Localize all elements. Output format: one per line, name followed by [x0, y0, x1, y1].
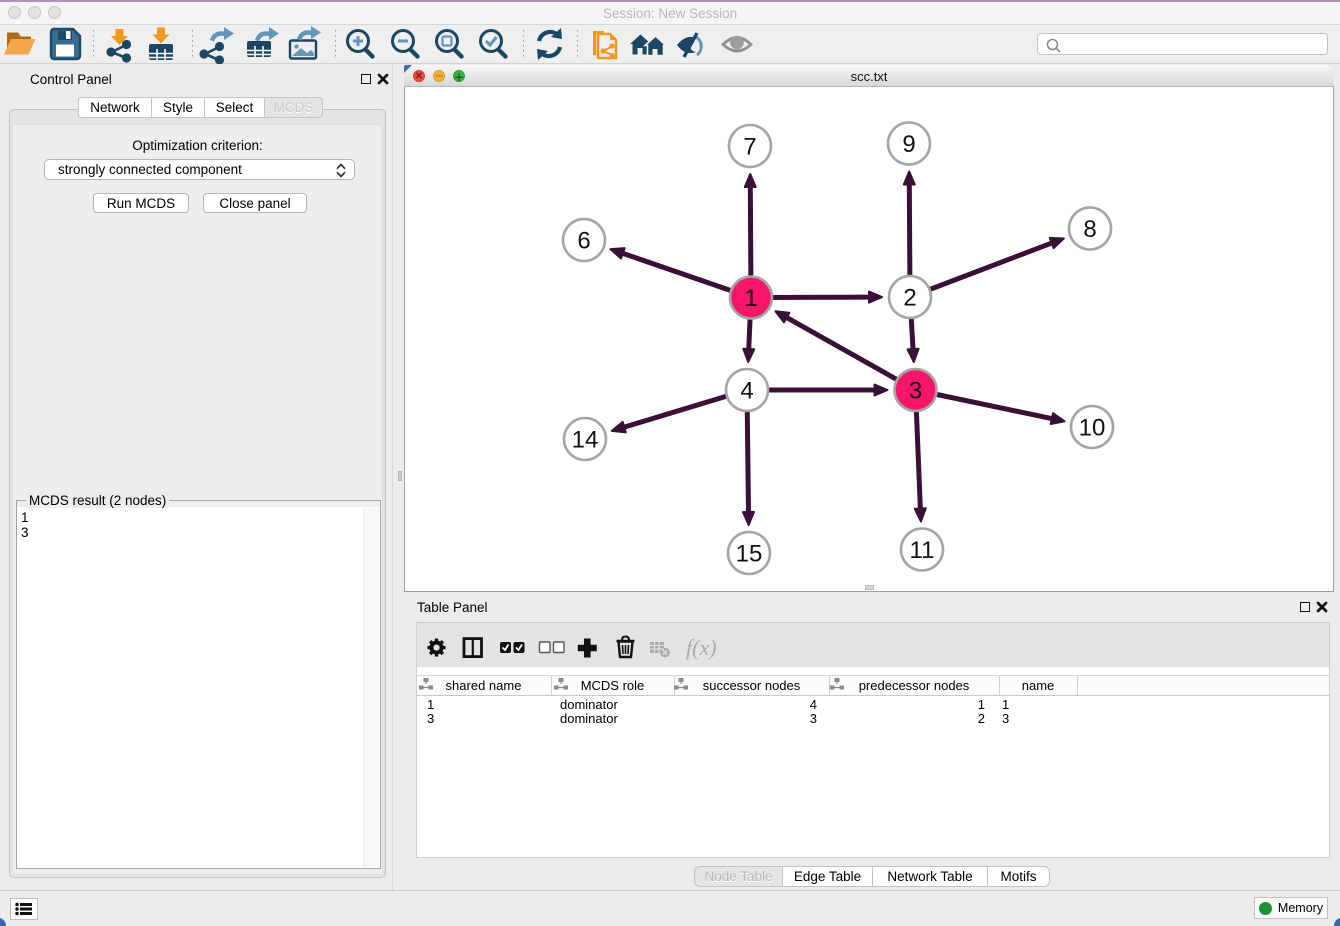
- svg-text:10: 10: [1079, 415, 1106, 442]
- svg-text:14: 14: [572, 427, 599, 454]
- svg-text:4: 4: [740, 378, 753, 405]
- svg-text:7: 7: [743, 134, 756, 161]
- svg-text:8: 8: [1083, 216, 1096, 243]
- svg-text:6: 6: [577, 228, 590, 255]
- svg-text:9: 9: [902, 131, 915, 158]
- svg-text:1: 1: [744, 285, 757, 312]
- svg-text:15: 15: [736, 541, 763, 568]
- svg-text:2: 2: [903, 285, 916, 312]
- svg-text:11: 11: [910, 537, 935, 564]
- svg-text:f(x): f(x): [686, 635, 717, 660]
- svg-text:3: 3: [909, 378, 922, 405]
